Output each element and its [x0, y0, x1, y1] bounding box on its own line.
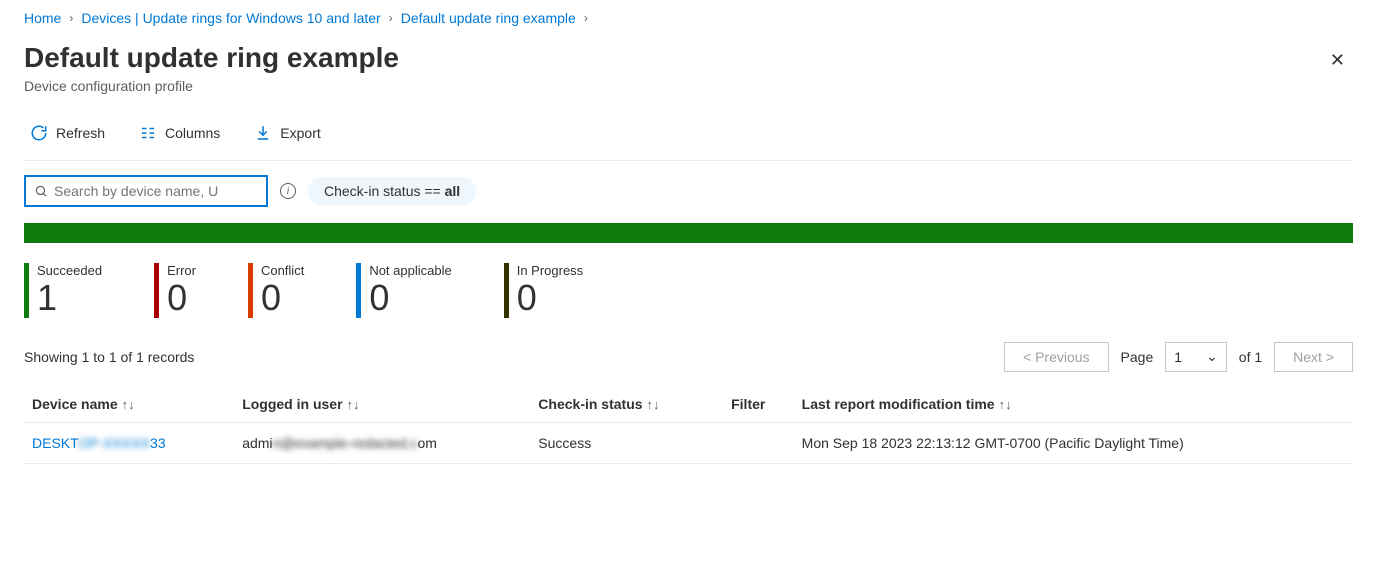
records-summary: Showing 1 to 1 of 1 records — [24, 349, 194, 365]
next-button[interactable]: Next > — [1274, 342, 1353, 372]
chevron-right-icon: › — [389, 11, 393, 25]
sort-icon: ↑↓ — [999, 397, 1012, 412]
stat-label: Error — [167, 263, 196, 278]
page-select[interactable]: 1 ⌄ — [1165, 342, 1227, 372]
cell-logged-in-user: admin@example-redacted.com — [234, 422, 530, 463]
export-button[interactable]: Export — [248, 120, 326, 146]
stat-color-bar — [154, 263, 159, 318]
stat-tile-conflict[interactable]: Conflict 0 — [248, 263, 304, 318]
stat-value: 1 — [37, 278, 102, 318]
status-progress-bar — [24, 223, 1353, 243]
stat-tile-in-progress[interactable]: In Progress 0 — [504, 263, 583, 318]
columns-label: Columns — [165, 125, 220, 141]
pagination: < Previous Page 1 ⌄ of 1 Next > — [1004, 342, 1353, 372]
chevron-right-icon: › — [584, 11, 588, 25]
refresh-button[interactable]: Refresh — [24, 120, 111, 146]
col-device-name[interactable]: Device name↑↓ — [24, 386, 234, 423]
stat-label: Succeeded — [37, 263, 102, 278]
stat-tile-not-applicable[interactable]: Not applicable 0 — [356, 263, 451, 318]
stat-tile-succeeded[interactable]: Succeeded 1 — [24, 263, 102, 318]
col-checkin-status[interactable]: Check-in status↑↓ — [530, 386, 723, 423]
sort-icon: ↑↓ — [122, 397, 135, 412]
stat-color-bar — [248, 263, 253, 318]
sort-icon: ↑↓ — [347, 397, 360, 412]
sort-icon: ↑↓ — [647, 397, 660, 412]
page-of-text: of 1 — [1239, 349, 1262, 365]
search-icon — [34, 184, 48, 198]
search-input-wrapper[interactable] — [24, 175, 268, 207]
stat-value: 0 — [261, 278, 304, 318]
search-input[interactable] — [54, 183, 258, 199]
cell-filter — [723, 422, 794, 463]
breadcrumb: Home › Devices | Update rings for Window… — [24, 10, 1353, 26]
close-button[interactable]: ✕ — [1322, 42, 1353, 79]
stat-label: Not applicable — [369, 263, 451, 278]
export-icon — [254, 124, 272, 142]
stat-label: Conflict — [261, 263, 304, 278]
col-filter[interactable]: Filter — [723, 386, 794, 423]
breadcrumb-devices[interactable]: Devices | Update rings for Windows 10 an… — [81, 10, 380, 26]
refresh-icon — [30, 124, 48, 142]
stat-color-bar — [504, 263, 509, 318]
filter-pill-prefix: Check-in status == — [324, 183, 445, 199]
export-label: Export — [280, 125, 320, 141]
page-subtitle: Device configuration profile — [24, 78, 399, 94]
cell-checkin-status: Success — [530, 422, 723, 463]
page-title: Default update ring example — [24, 42, 399, 74]
results-table: Device name↑↓ Logged in user↑↓ Check-in … — [24, 386, 1353, 464]
stat-value: 0 — [517, 278, 583, 318]
breadcrumb-current[interactable]: Default update ring example — [401, 10, 576, 26]
filter-pill-value: all — [445, 183, 461, 199]
previous-button[interactable]: < Previous — [1004, 342, 1109, 372]
stat-label: In Progress — [517, 263, 583, 278]
columns-button[interactable]: Columns — [133, 120, 226, 146]
refresh-label: Refresh — [56, 125, 105, 141]
col-modification-time[interactable]: Last report modification time↑↓ — [794, 386, 1353, 423]
stat-value: 0 — [369, 278, 451, 318]
stat-color-bar — [356, 263, 361, 318]
info-icon[interactable]: i — [280, 183, 296, 199]
table-row: DESKTOP-XXXXX33 admin@example-redacted.c… — [24, 422, 1353, 463]
toolbar: Refresh Columns Export — [24, 112, 1353, 161]
columns-icon — [139, 124, 157, 142]
chevron-down-icon: ⌄ — [1206, 348, 1218, 365]
stat-value: 0 — [167, 278, 196, 318]
stat-tile-error[interactable]: Error 0 — [154, 263, 196, 318]
page-label: Page — [1121, 349, 1154, 365]
stats-row: Succeeded 1 Error 0 Conflict 0 Not appli… — [24, 263, 1353, 318]
page-value: 1 — [1174, 349, 1182, 365]
breadcrumb-home[interactable]: Home — [24, 10, 61, 26]
cell-device-name[interactable]: DESKTOP-XXXXX33 — [24, 422, 234, 463]
stat-color-bar — [24, 263, 29, 318]
col-logged-in-user[interactable]: Logged in user↑↓ — [234, 386, 530, 423]
cell-modification-time: Mon Sep 18 2023 22:13:12 GMT-0700 (Pacif… — [794, 422, 1353, 463]
chevron-right-icon: › — [69, 11, 73, 25]
filter-pill-checkin-status[interactable]: Check-in status == all — [308, 177, 476, 205]
close-icon: ✕ — [1330, 50, 1345, 70]
